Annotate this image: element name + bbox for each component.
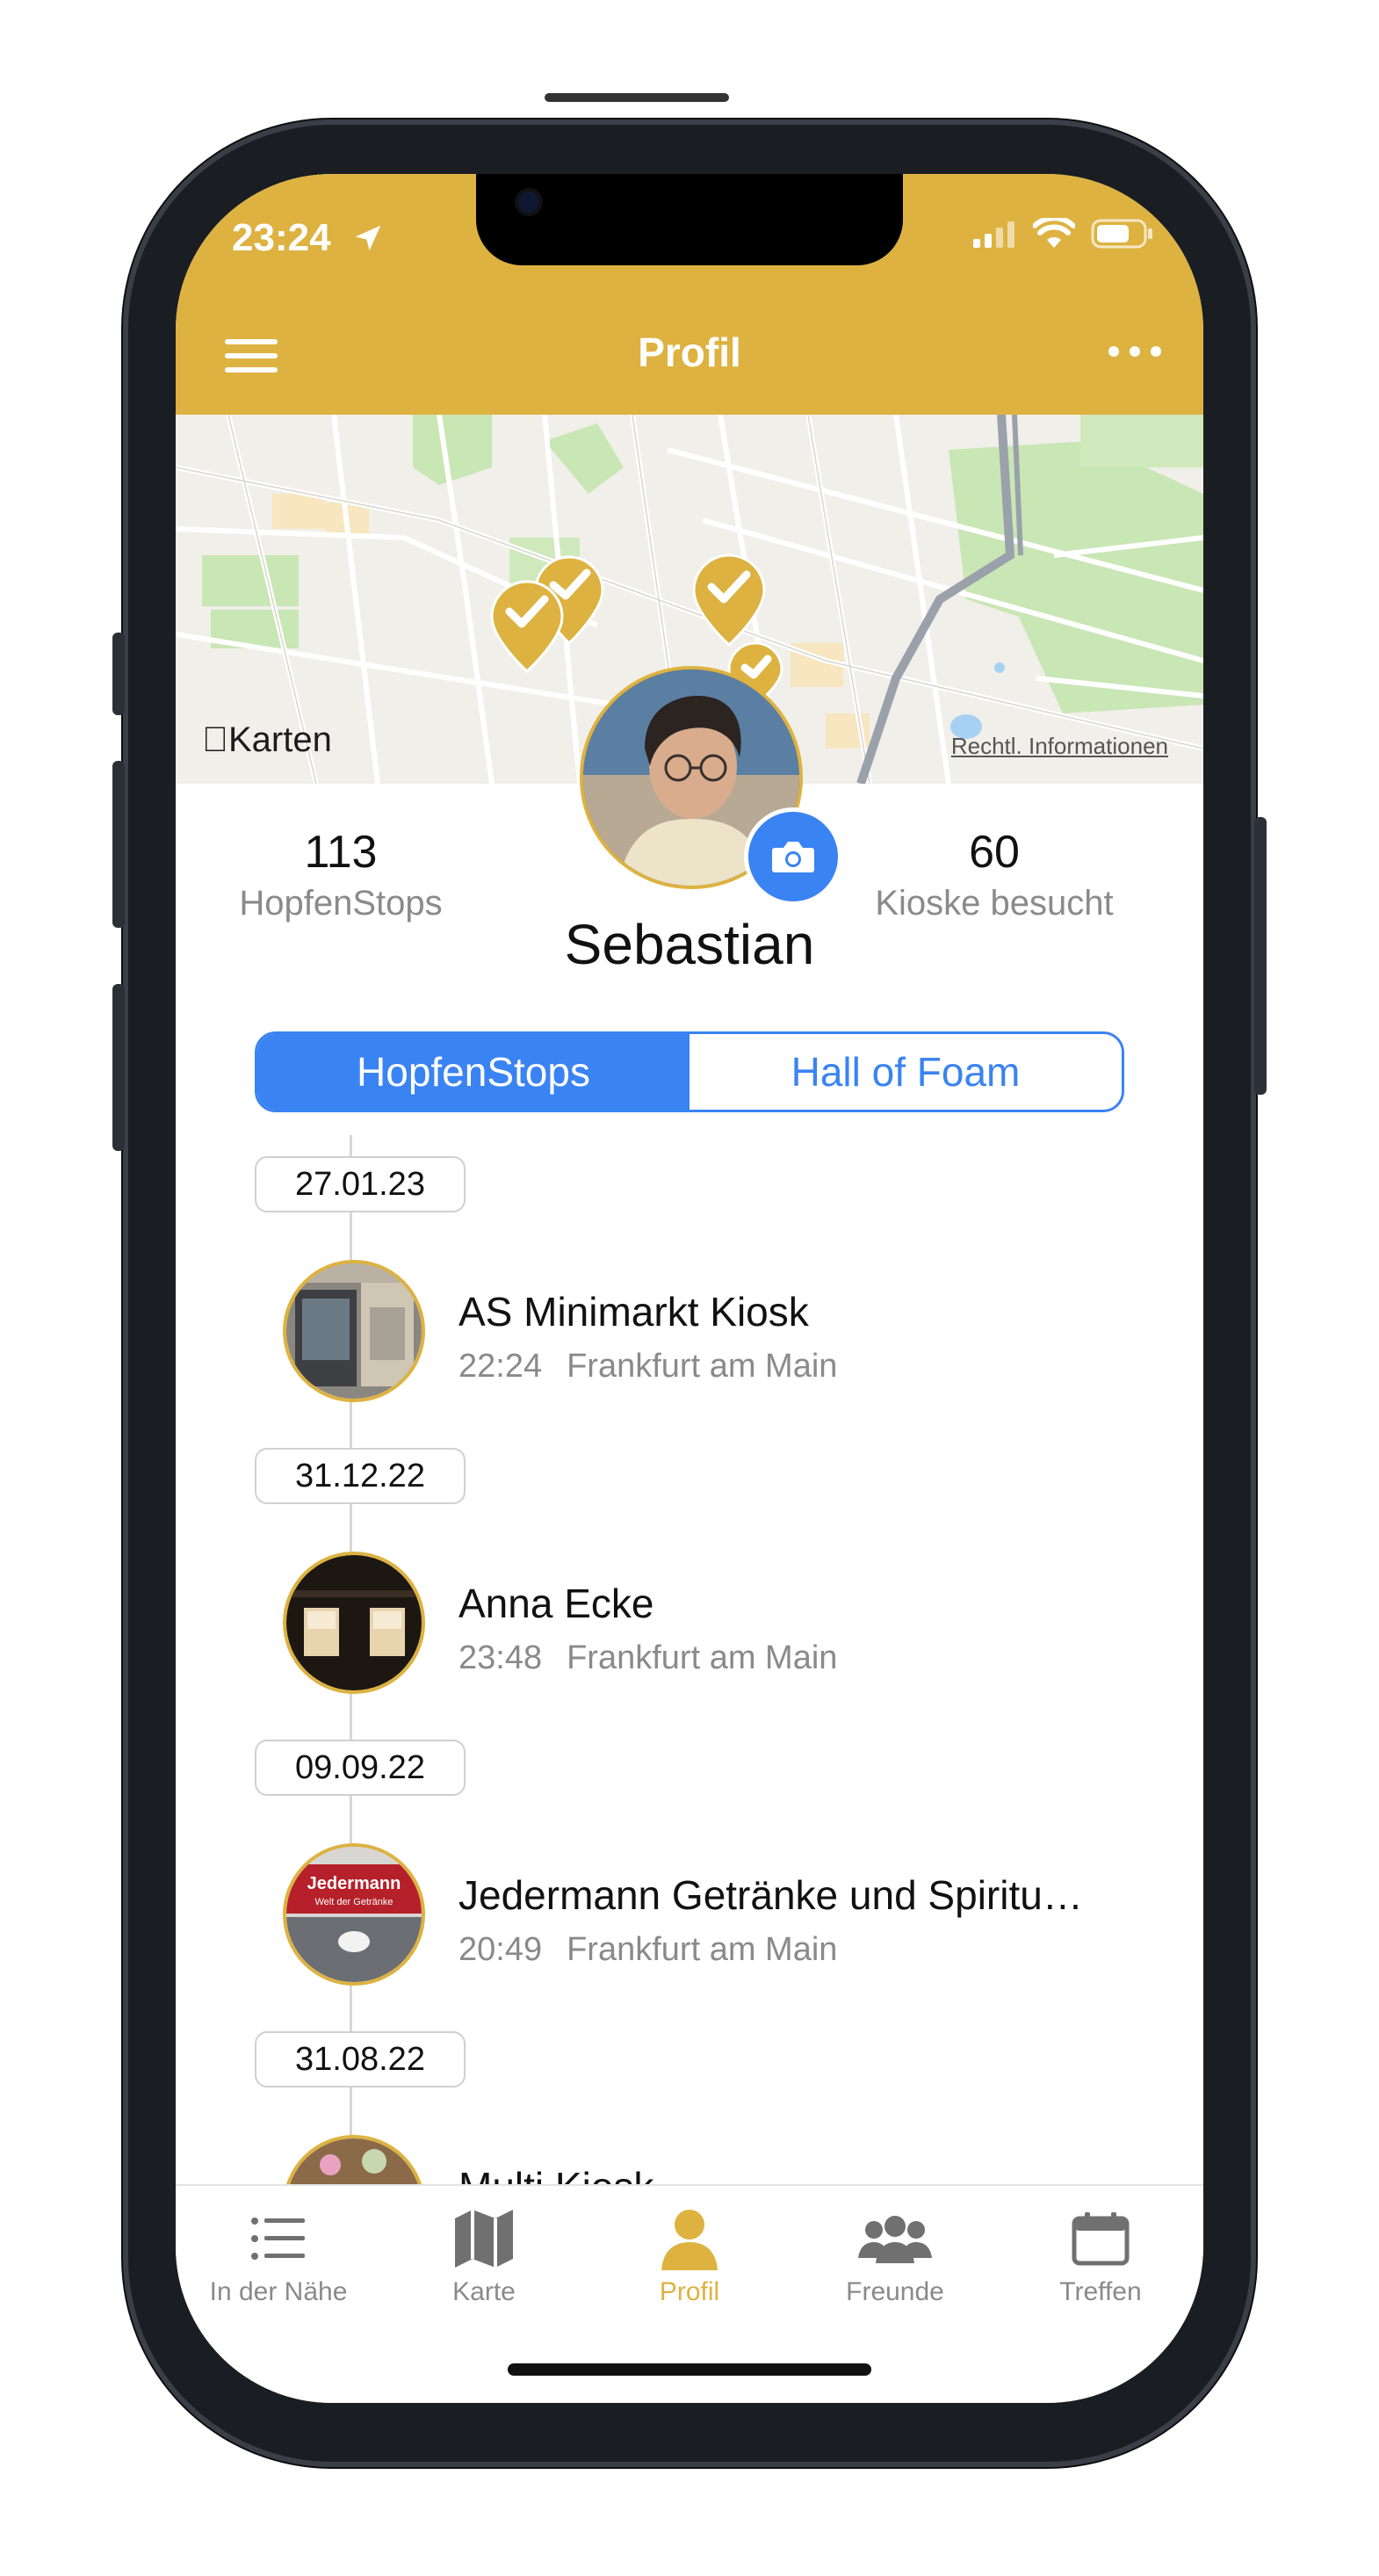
tab-label: Freunde xyxy=(846,2277,944,2306)
date-pill: 31.12.22 xyxy=(255,1448,466,1504)
stat-kioske-besucht: 60 Kioske besucht xyxy=(845,826,1144,923)
tab-karte[interactable]: Karte xyxy=(381,2207,587,2307)
tab-label: Treffen xyxy=(1059,2277,1142,2306)
stop-name[interactable]: Jedermann Getränke und Spiritu… xyxy=(458,1871,1083,1919)
jedermann-sign-text: Jedermann xyxy=(307,1874,401,1893)
front-camera xyxy=(518,192,539,213)
jedermann-sub-text: Welt der Getränke xyxy=(314,1897,393,1907)
tab-treffen[interactable]: Treffen xyxy=(998,2207,1203,2307)
stop-thumbnail[interactable] xyxy=(283,1260,425,1402)
kiosk-photo xyxy=(286,1263,422,1399)
notch xyxy=(476,174,903,265)
camera-icon xyxy=(772,842,814,872)
app-screen: 23:24 Profil Karten Rechtl. Informatione… xyxy=(176,174,1203,2403)
status-time: 23:24 xyxy=(232,216,331,259)
date-pill: 31.08.22 xyxy=(255,2031,466,2088)
stop-meta: 22:24 Frankfurt am Main xyxy=(458,1348,837,1386)
wifi-icon xyxy=(1033,218,1075,248)
kiosk-photo xyxy=(286,1555,422,1690)
speaker-grille xyxy=(545,93,729,102)
location-arrow-icon xyxy=(355,225,381,251)
legal-info-link[interactable]: Rechtl. Informationen xyxy=(951,733,1168,760)
stop-name[interactable]: AS Minimarkt Kiosk xyxy=(458,1288,809,1335)
tab-label: Karte xyxy=(452,2277,516,2306)
segmented-control: HopfenStops Hall of Foam xyxy=(255,1031,1124,1112)
stat-hopfenstops: 113 HopfenStops xyxy=(191,826,490,923)
tab-in-der-naehe[interactable]: In der Nähe xyxy=(176,2207,381,2307)
stop-time: 23:48 xyxy=(458,1639,543,1676)
status-icons xyxy=(973,218,1154,250)
tab-label: In der Nähe xyxy=(209,2277,348,2306)
stop-meta: 23:48 Frankfurt am Main xyxy=(458,1639,837,1677)
person-icon xyxy=(661,2210,718,2270)
maps-logo: Karten xyxy=(202,720,332,760)
volume-down-button xyxy=(112,984,125,1151)
page-title: Profil xyxy=(638,329,741,375)
stop-thumbnail[interactable]: Jedermann Welt der Getränke xyxy=(283,1843,425,1986)
kiosk-photo: Jedermann Welt der Getränke xyxy=(286,1847,422,1982)
more-options-icon[interactable] xyxy=(1108,346,1161,357)
stop-time: 20:49 xyxy=(458,1931,543,1968)
stat-value: 113 xyxy=(304,827,378,878)
home-indicator[interactable] xyxy=(508,2363,871,2376)
stop-thumbnail[interactable] xyxy=(283,1552,425,1694)
calendar-icon xyxy=(1072,2212,1130,2266)
maps-logo-text: Karten xyxy=(202,720,332,759)
stop-city: Frankfurt am Main xyxy=(567,1639,838,1676)
tab-freunde[interactable]: Freunde xyxy=(792,2207,998,2307)
tab-profil[interactable]: Profil xyxy=(587,2207,792,2307)
battery-icon xyxy=(1091,219,1152,249)
change-photo-button[interactable] xyxy=(748,812,838,901)
map-icon xyxy=(455,2210,513,2268)
list-icon xyxy=(251,2218,305,2260)
volume-up-button xyxy=(112,761,125,928)
stop-city: Frankfurt am Main xyxy=(567,1348,838,1385)
cellular-signal-icon xyxy=(973,221,1014,248)
stop-time: 22:24 xyxy=(458,1348,543,1385)
stop-name[interactable]: Anna Ecke xyxy=(458,1580,653,1627)
segment-hopfenstops[interactable]: HopfenStops xyxy=(257,1034,690,1110)
stat-value: 60 xyxy=(969,827,1020,878)
mute-switch xyxy=(112,633,125,715)
stop-meta: 20:49 Frankfurt am Main xyxy=(458,1931,837,1969)
stop-city: Frankfurt am Main xyxy=(567,1931,838,1968)
date-pill: 09.09.22 xyxy=(255,1740,466,1796)
friends-icon xyxy=(858,2216,932,2263)
tab-label: Profil xyxy=(659,2277,720,2306)
power-button xyxy=(1254,817,1267,1095)
profile-name: Sebastian xyxy=(564,913,815,976)
segment-hall-of-foam[interactable]: Hall of Foam xyxy=(690,1034,1122,1110)
date-pill: 27.01.23 xyxy=(255,1156,466,1212)
